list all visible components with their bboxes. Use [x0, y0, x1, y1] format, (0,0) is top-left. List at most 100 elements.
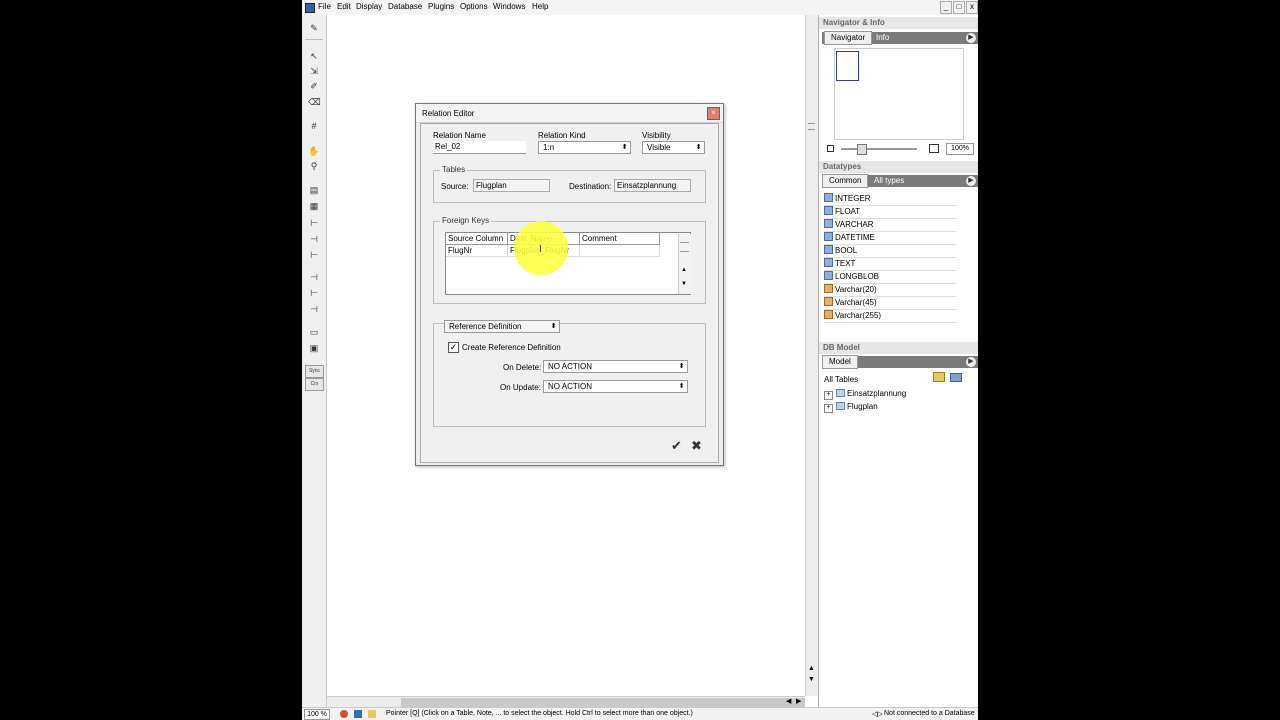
grid-scrollbar[interactable]: ▲ ▼: [678, 234, 691, 294]
menu-plugins[interactable]: Plugins: [428, 2, 454, 11]
datatype-item[interactable]: LONGBLOB: [824, 271, 956, 284]
horizontal-scroll-thumb[interactable]: [401, 698, 805, 707]
expand-icon[interactable]: +: [824, 391, 833, 400]
ok-checkmark-icon[interactable]: ✔: [671, 438, 682, 454]
scroll-up-icon[interactable]: ▲: [808, 665, 815, 672]
visibility-value: Visible: [647, 143, 671, 152]
relation-1-1-tool-icon[interactable]: ⊢: [308, 218, 320, 229]
cancel-x-icon[interactable]: ✖: [691, 438, 702, 454]
datatype-item[interactable]: Varchar(45): [824, 297, 956, 310]
relation-name-input[interactable]: Rel_02: [433, 141, 526, 154]
scroll-up-icon[interactable]: ▲: [681, 267, 687, 273]
relation-1-n-tool-icon[interactable]: ⊣: [308, 234, 320, 245]
tab-navigator[interactable]: Navigator: [824, 31, 873, 45]
new-folder-icon[interactable]: [933, 372, 945, 382]
relation-identifying-tool-icon[interactable]: ⊣: [308, 272, 320, 283]
new-table-tool-icon[interactable]: ▤: [308, 185, 320, 196]
stop-icon[interactable]: [340, 710, 348, 718]
relation-non-identifying-tool-icon[interactable]: ⊢: [308, 288, 320, 299]
tab-info[interactable]: Info: [870, 32, 895, 44]
pen-tool-icon[interactable]: ✎: [308, 23, 320, 34]
scroll-down-icon[interactable]: ▼: [808, 676, 815, 683]
navigator-viewport[interactable]: [836, 51, 859, 81]
chevron-right-icon[interactable]: ▶: [966, 176, 976, 186]
menu-file[interactable]: File: [318, 2, 331, 11]
sync-button[interactable]: Sync: [305, 365, 324, 378]
note-tool-icon[interactable]: ▭: [308, 327, 320, 338]
chevron-right-icon[interactable]: ▶: [966, 33, 976, 43]
select-tool-icon[interactable]: ✐: [308, 81, 320, 92]
image-tool-icon[interactable]: ▣: [308, 343, 320, 354]
datatype-item[interactable]: Varchar(20): [824, 284, 956, 297]
column-header[interactable]: Comment: [580, 233, 660, 245]
menu-bar: File Edit Display Database Plugins Optio…: [302, 0, 978, 16]
menu-windows[interactable]: Windows: [493, 2, 525, 11]
scroll-right-icon[interactable]: ▶: [796, 697, 801, 705]
tree-item-flugplan[interactable]: + Flugplan: [824, 401, 878, 413]
hand-tool-icon[interactable]: ✋: [308, 146, 320, 157]
datatype-icon: [824, 271, 833, 280]
tree-item-einsatzplannung[interactable]: + Einsatzplannung: [824, 388, 906, 400]
datatype-item[interactable]: FLOAT: [824, 206, 956, 219]
zoom-slider-thumb[interactable]: [857, 144, 867, 155]
navigator-zoom-input[interactable]: 100%: [946, 143, 974, 155]
table-cell[interactable]: FlugNr: [446, 245, 508, 257]
chevron-updown-icon: ⬍: [678, 363, 685, 370]
scroll-grip-icon: [808, 123, 815, 130]
pointer-tool-icon[interactable]: ↖: [308, 51, 320, 62]
scroll-left-icon[interactable]: ◀: [786, 697, 791, 705]
relation-kind-select[interactable]: 1:n ⬍: [538, 141, 631, 154]
zoom-tool-icon[interactable]: ⚲: [308, 161, 320, 172]
chevron-right-icon[interactable]: ▶: [966, 357, 976, 367]
datatype-item[interactable]: DATETIME: [824, 232, 956, 245]
datatype-item[interactable]: Varchar(255): [824, 310, 956, 323]
datatype-item[interactable]: VARCHAR: [824, 219, 956, 232]
on-update-value: NO ACTION: [548, 382, 593, 391]
save-icon[interactable]: [354, 710, 362, 718]
relation-n-m-tool-icon[interactable]: ⊢: [308, 250, 320, 261]
new-view-tool-icon[interactable]: ▦: [308, 201, 320, 212]
scroll-down-icon[interactable]: ▼: [681, 281, 687, 287]
dialog-close-icon[interactable]: ×: [707, 107, 720, 120]
menu-display[interactable]: Display: [356, 2, 382, 11]
datatype-item[interactable]: BOOL: [824, 245, 956, 258]
datatype-item[interactable]: TEXT: [824, 258, 956, 271]
navigator-preview[interactable]: [834, 48, 964, 140]
create-reference-checkbox[interactable]: ✓: [448, 342, 459, 353]
user-datatype-icon: [824, 310, 833, 319]
vertical-scrollbar[interactable]: ▲ ▼: [805, 15, 818, 696]
menu-help[interactable]: Help: [532, 2, 548, 11]
relation-optional-tool-icon[interactable]: ⊣: [308, 304, 320, 315]
on-update-select[interactable]: NO ACTION ⬍: [543, 380, 688, 393]
create-script-button[interactable]: Crs: [305, 378, 324, 391]
datatype-icon: [824, 219, 833, 228]
datatype-item[interactable]: INTEGER: [824, 193, 956, 206]
minimize-button[interactable]: _: [940, 1, 952, 14]
restore-button[interactable]: □: [953, 1, 965, 14]
zoom-in-icon[interactable]: [929, 144, 939, 153]
datatypes-tabs: Common All types ▶: [822, 174, 978, 188]
refresh-icon[interactable]: [950, 373, 962, 382]
tab-common[interactable]: Common: [822, 174, 869, 188]
tab-model[interactable]: Model: [822, 355, 858, 369]
status-zoom[interactable]: 100 %: [304, 709, 330, 720]
foreign-keys-grid[interactable]: Source Column Dest. Name Comment FlugNr …: [445, 232, 691, 295]
zoom-slider[interactable]: [841, 144, 917, 155]
tab-all-types[interactable]: All types: [868, 175, 910, 187]
zoom-out-icon[interactable]: [827, 145, 834, 152]
grid-tool-icon[interactable]: #: [308, 121, 320, 132]
chevron-updown-icon: ⬍: [550, 323, 557, 330]
column-header[interactable]: Source Column: [446, 233, 508, 245]
reference-definition-select[interactable]: Reference Definition ⬍: [444, 320, 560, 333]
visibility-select[interactable]: Visible ⬍: [642, 141, 705, 154]
menu-edit[interactable]: Edit: [337, 2, 351, 11]
eraser-tool-icon[interactable]: ⌫: [308, 97, 321, 108]
on-delete-select[interactable]: NO ACTION ⬍: [543, 360, 688, 373]
expand-icon[interactable]: +: [824, 404, 833, 413]
move-tool-icon[interactable]: ⇲: [308, 66, 320, 77]
folder-icon[interactable]: [368, 710, 376, 718]
menu-options[interactable]: Options: [460, 2, 488, 11]
close-window-button[interactable]: x: [966, 1, 978, 14]
table-cell[interactable]: [580, 245, 660, 257]
menu-database[interactable]: Database: [388, 2, 422, 11]
